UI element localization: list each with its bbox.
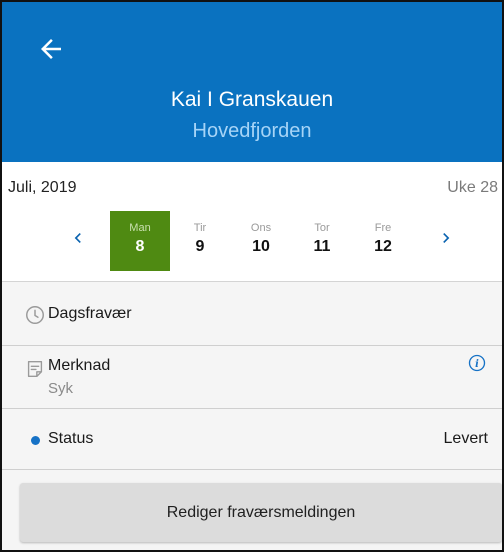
edit-absence-button[interactable]: Rediger fraværsmeldingen (20, 483, 502, 542)
info-icon[interactable]: i (468, 354, 486, 372)
status-label: Status (48, 430, 94, 447)
status-value: Levert (443, 430, 488, 447)
day-name: Man (129, 222, 151, 234)
day-date: 9 (195, 238, 205, 255)
note-value: Syk (48, 380, 74, 397)
day-name: Tor (314, 222, 330, 234)
day-name: Tir (193, 222, 207, 234)
day-monday[interactable]: Man 8 (110, 211, 170, 271)
page-title: Kai I Granskauen (170, 88, 334, 111)
day-name: Fre (374, 222, 392, 234)
week-calendar: Juli, 2019 Uke 28 Man 8 Tir 9 Ons 10 Tor… (2, 162, 502, 282)
page-subtitle: Hovedfjorden (192, 120, 312, 142)
note-label: Merknad (48, 357, 111, 374)
day-date: 12 (374, 238, 392, 255)
svg-text:i: i (475, 359, 479, 370)
app-screen: Kai I Granskauen Hovedfjorden Juli, 2019… (0, 0, 504, 552)
note-row: Merknad Syk i (2, 346, 502, 409)
status-dot (31, 436, 40, 445)
chevron-right-icon[interactable] (436, 228, 456, 248)
day-date: 11 (313, 238, 331, 255)
app-header: Kai I Granskauen Hovedfjorden (2, 2, 502, 162)
absence-type-label: Dagsfravær (48, 305, 132, 322)
day-thursday[interactable]: Tor 11 (292, 211, 352, 271)
week-number: Uke 28 (447, 179, 498, 196)
note-icon (27, 360, 43, 378)
day-tuesday[interactable]: Tir 9 (170, 211, 230, 271)
day-date: 8 (135, 238, 145, 255)
day-name: Ons (250, 222, 272, 234)
chevron-left-icon[interactable] (68, 228, 88, 248)
absence-type-row: Dagsfravær (2, 284, 502, 346)
day-wednesday[interactable]: Ons 10 (231, 211, 291, 271)
status-row: Status Levert (2, 409, 502, 470)
month-label: Juli, 2019 (8, 179, 77, 196)
day-date: 10 (252, 238, 270, 255)
day-friday[interactable]: Fre 12 (353, 211, 413, 271)
arrow-left-icon[interactable] (36, 34, 66, 64)
clock-icon (26, 306, 44, 324)
